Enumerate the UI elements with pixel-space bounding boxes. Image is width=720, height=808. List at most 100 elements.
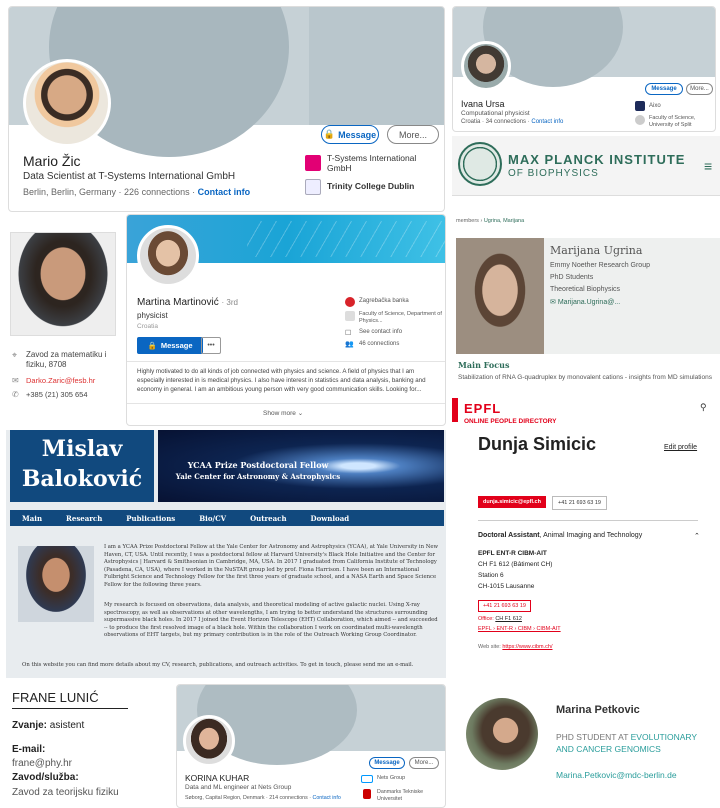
avatar [466,698,538,770]
name-block: Mislav Baloković [10,430,154,502]
contact-info-link[interactable]: See contact info [359,329,402,335]
avatar[interactable] [183,715,235,767]
nav-outreach[interactable]: Outreach [250,514,286,523]
more-button[interactable]: More... [387,125,439,144]
org-trinity[interactable]: Trinity College Dublin [327,181,414,191]
meta: Croatia · 34 connections · [461,119,530,125]
email-link[interactable]: Darko.Zaric@fesb.hr [26,376,95,385]
profile-card-martina: Martina Martinović · 3rd physicist Croat… [126,214,446,426]
more-button[interactable]: More... [686,83,713,95]
org-nets[interactable]: Nets Group [377,775,405,781]
nav-publications[interactable]: Publications [126,514,175,523]
office-label: Office: [478,616,494,622]
nav-main[interactable]: Main [22,514,42,523]
mpi-page: MAX PLANCK INSTITUTE OF BIOPHYSICS ≡ mem… [452,136,720,396]
office-link[interactable]: CH F1 612 [495,616,522,622]
group: Emmy Noether Research Group [550,262,650,269]
phone-button-2[interactable]: +41 21 693 63 19 [478,600,531,612]
t-systems-logo [305,155,321,171]
nav-download[interactable]: Download [311,514,350,523]
chevron-up-icon[interactable]: ⌃ [694,532,700,540]
phone-button[interactable]: +41 21 693 63 19 [552,496,607,510]
unit-path[interactable]: EPFL › ENT-R › CIBM › CIBM-AIT [478,626,561,632]
chevron-down-icon: ⌄ [297,410,304,417]
profile-name: Dunja Simicic [478,434,597,454]
banner-line2: Yale Center for Astronomy & Astrophysics [175,472,341,481]
contact-icon: ☐ [345,330,352,337]
profile-card-frane: FRANE LUNIĆ Zvanje: asistent E-mail: fra… [6,684,172,808]
org-aixo[interactable]: Aixo [649,103,661,109]
edit-profile-link[interactable]: Edit profile [664,444,697,451]
message-button[interactable]: Message [369,757,405,769]
more-button[interactable]: ••• [201,337,221,354]
avatar[interactable] [461,41,511,91]
more-button[interactable]: More... [409,757,439,769]
org-dtu[interactable]: Danmarks Tekniske Universitet [377,789,443,802]
breadcrumb-members[interactable]: members [456,218,479,224]
profile-name: Marijana Ugrina [550,244,643,257]
message-button[interactable]: 🔒 Message [137,337,203,354]
message-button[interactable]: Message [645,83,683,95]
avatar[interactable] [137,225,199,287]
web-link[interactable]: https://www.cibm.ch/ [502,644,552,650]
bio-paragraph-1: I am a YCAA Prize Postdoctoral Fellow at… [104,544,439,588]
epfl-page: EPFL ONLINE PEOPLE DIRECTORY ⚲ Dunja Sim… [452,398,720,678]
phone-icon: ✆ [12,390,19,399]
address-line-4: CH-1015 Lausanne [478,583,535,590]
contact-info-link[interactable]: Contact info [313,795,341,801]
address-line-2: CH F1 612 (Bâtiment CH) [478,561,553,568]
email-link[interactable]: Marijana.Ugrina@... [558,299,620,306]
people-icon: 👥 [345,341,354,348]
profile-name: KORINA KUHAR [185,773,250,783]
zvanje-label: Zvanje: [12,720,48,731]
web-label: Web site: [478,644,501,650]
phone: +385 (21) 305 654 [26,390,88,399]
aixo-logo [635,101,645,111]
show-more-link[interactable]: Show more ⌄ [263,409,303,417]
role-prefix: PHD STUDENT AT [556,732,629,742]
address-line-3: Station 6 [478,572,504,579]
zavod-label: Zavod/služba: [12,772,79,783]
mpi-subtitle: OF BIOPHYSICS [508,168,599,179]
nav-bio-cv[interactable]: Bio/CV [199,514,226,523]
lock-icon: 🔒 [147,341,157,350]
email-link[interactable]: Marina.Petkovic@mdc-berlin.de [556,770,677,780]
profile-card-korina: Message More... KORINA KUHAR Data and ML… [176,684,446,808]
lock-icon: 🔒 [323,129,336,139]
headline: physicist [137,311,168,320]
pmf-logo [345,311,355,321]
role-unit: , Animal Imaging and Technology [539,532,643,539]
email-link[interactable]: frane@phy.hr [12,758,72,769]
epfl-logo[interactable]: EPFL [464,401,501,416]
mislav-site: Mislav Baloković YCAA Prize Postdoctoral… [6,430,446,678]
location-pin-icon: ⌖ [12,350,18,360]
org-zaba[interactable]: Zagrebačka banka [359,298,409,304]
contact-info-link[interactable]: Contact info [198,187,251,197]
profile-card-mario: 🔒 Message More... Mario Žic Data Scientis… [8,6,445,212]
zvanje-value: asistent [49,720,85,731]
connections: 46 connections [359,341,400,347]
nav-research[interactable]: Research [66,514,102,523]
side-tab[interactable] [452,398,458,422]
email-button[interactable]: dunja.simicic@epfl.ch [478,496,546,508]
dtu-logo [363,789,371,799]
avatar[interactable] [23,59,111,147]
location: Berlin, Berlin, Germany [23,187,117,197]
mpi-profile-box: Marijana Ugrina Emmy Noether Research Gr… [456,238,720,354]
menu-icon[interactable]: ≡ [704,158,712,174]
org-t-systems[interactable]: T-Systems International GmbH [327,153,437,173]
mail-icon: ✉ [550,299,558,306]
directory-title: ONLINE PEOPLE DIRECTORY [464,418,557,425]
banner-line1: YCAA Prize Postdoctoral Fellow [187,460,329,470]
nets-logo [361,775,373,783]
contact-info-link[interactable]: Contact info [531,119,563,125]
org-split[interactable]: Faculty of Science, University of Split [649,115,715,128]
org-pmf[interactable]: Faculty of Science, Department of Physic… [359,311,443,325]
message-button[interactable]: 🔒 Message [321,125,379,144]
role-field: EVOLUTIONARY [630,732,698,742]
first-name: Mislav [41,436,123,462]
tcd-logo [305,179,321,195]
place: Zavod za matematiku i fiziku, 8708 [26,350,107,369]
search-icon[interactable]: ⚲ [700,402,707,413]
nav-bar: Main Research Publications Bio/CV Outrea… [10,510,444,526]
